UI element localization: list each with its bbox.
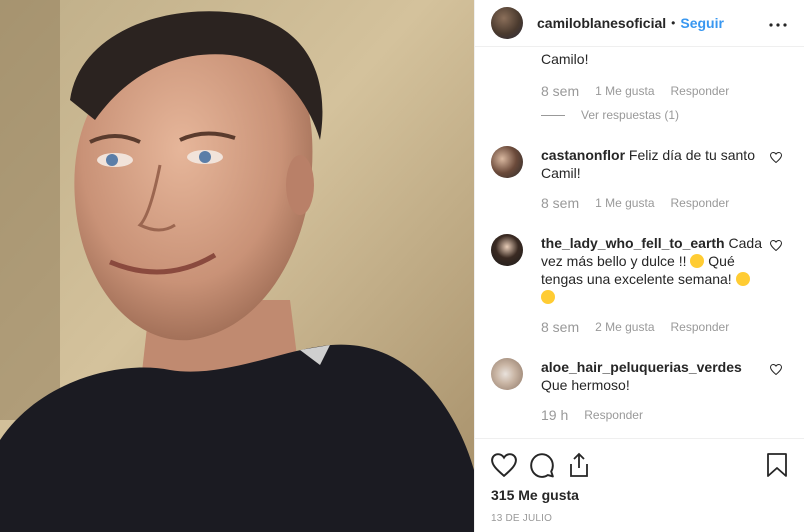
comment-item: castanonflor Feliz día de tu santo Camil… <box>491 146 788 182</box>
action-icons <box>491 439 788 485</box>
comments-list[interactable]: Camilo! 8 sem 1 Me gusta Responder Ver r… <box>475 48 804 438</box>
follow-button[interactable]: Seguir <box>680 15 724 31</box>
comment-likes[interactable]: 1 Me gusta <box>595 84 654 98</box>
comment-like-icon[interactable] <box>769 238 783 256</box>
heart-icon[interactable] <box>491 453 517 477</box>
heart-eyes-emoji-icon <box>690 254 705 268</box>
view-replies-line <box>541 114 565 116</box>
comment-text: Que hermoso! <box>541 377 630 393</box>
commenter-avatar[interactable] <box>491 146 523 178</box>
kiss-emoji-icon <box>541 290 555 304</box>
comment-likes[interactable]: 2 Me gusta <box>595 320 654 334</box>
portrait-illustration <box>0 0 474 532</box>
bookmark-icon[interactable] <box>766 452 788 478</box>
comment-meta: 8 sem 1 Me gusta Responder <box>491 82 788 100</box>
more-icon[interactable] <box>768 14 788 32</box>
comment-body: the_lady_who_fell_to_earth Cada vez más … <box>541 234 765 306</box>
view-replies-button[interactable]: Ver respuestas (1) <box>491 106 788 124</box>
commenter-username[interactable]: the_lady_who_fell_to_earth <box>541 235 725 251</box>
separator-dot: • <box>671 16 676 30</box>
commenter-avatar[interactable] <box>491 358 523 390</box>
kiss-emoji-icon <box>735 272 750 286</box>
share-icon[interactable] <box>567 452 591 478</box>
comment-time[interactable]: 19 h <box>541 407 568 423</box>
author-username[interactable]: camiloblanesoficial <box>537 15 666 31</box>
commenter-avatar[interactable] <box>491 234 523 266</box>
author-avatar[interactable] <box>491 7 523 39</box>
comment-text-tail: Camilo! <box>541 51 589 67</box>
comment-meta: 8 sem 1 Me gusta Responder <box>491 194 788 212</box>
post-actions: 315 Me gusta 13 DE JULIO <box>475 438 804 532</box>
comment-time[interactable]: 8 sem <box>541 83 579 99</box>
reply-button[interactable]: Responder <box>671 196 730 210</box>
commenter-username[interactable]: castanonflor <box>541 147 625 163</box>
comment-time[interactable]: 8 sem <box>541 195 579 211</box>
reply-button[interactable]: Responder <box>584 408 643 422</box>
post-date[interactable]: 13 DE JULIO <box>491 513 788 524</box>
comment-time[interactable]: 8 sem <box>541 319 579 335</box>
comment-body: castanonflor Feliz día de tu santo Camil… <box>541 146 765 182</box>
view-replies-label: Ver respuestas (1) <box>581 108 680 122</box>
post-panel: camiloblanesoficial • Seguir Camilo! 8 s… <box>474 0 804 532</box>
post-photo[interactable] <box>0 0 474 532</box>
reply-button[interactable]: Responder <box>671 320 730 334</box>
comment-icon[interactable] <box>529 452 555 478</box>
comment-likes[interactable]: 1 Me gusta <box>595 196 654 210</box>
comment-like-icon[interactable] <box>769 362 783 380</box>
commenter-username[interactable]: aloe_hair_peluquerias_verdes <box>541 359 742 375</box>
comment-item: the_lady_who_fell_to_earth Cada vez más … <box>491 234 788 306</box>
post-likes-count[interactable]: 315 Me gusta <box>491 487 788 503</box>
comment-body: aloe_hair_peluquerias_verdes Que hermoso… <box>541 358 765 394</box>
reply-button[interactable]: Responder <box>671 84 730 98</box>
comment-like-icon[interactable] <box>769 150 783 168</box>
comment-meta: 19 h Responder <box>491 406 788 424</box>
post-header: camiloblanesoficial • Seguir <box>475 0 804 47</box>
comment-meta: 8 sem 2 Me gusta Responder <box>491 318 788 336</box>
comment-item: aloe_hair_peluquerias_verdes Que hermoso… <box>491 358 788 394</box>
